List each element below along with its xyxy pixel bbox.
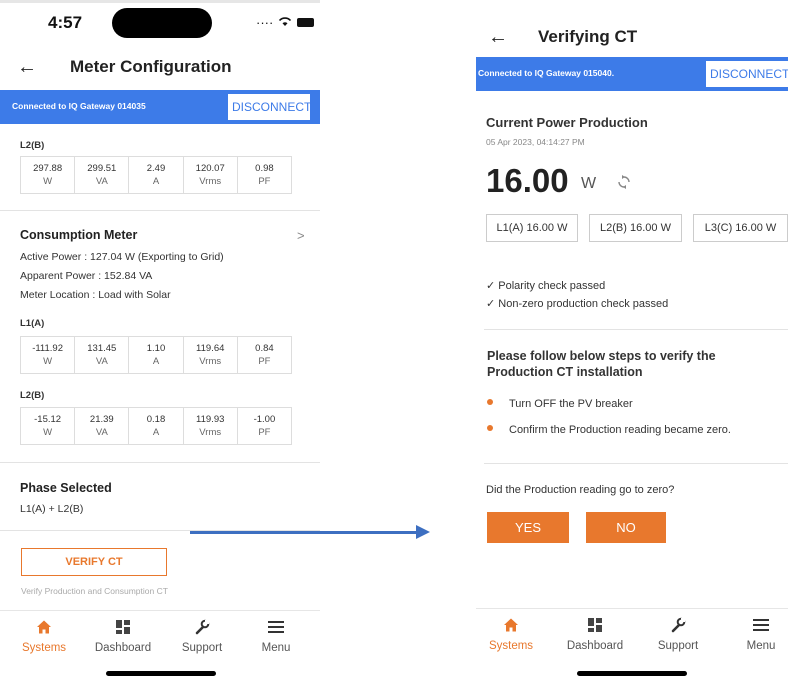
reading-cell: 2.49 A xyxy=(129,157,184,193)
reading-cell: 0.18 A xyxy=(129,408,184,444)
home-icon xyxy=(9,619,79,639)
reading-cell: -15.12 W xyxy=(21,408,76,444)
wrench-icon xyxy=(167,619,237,639)
tab-systems[interactable]: Systems xyxy=(476,617,546,652)
app-bar: ← Meter Configuration xyxy=(0,52,320,88)
home-icon xyxy=(476,617,546,637)
production-value: 16.00 xyxy=(486,162,569,199)
apparent-power-text: Apparent Power : 152.84 VA xyxy=(20,270,153,282)
dashboard-icon xyxy=(560,617,630,637)
menu-icon xyxy=(241,619,311,639)
signal-icon: ···· xyxy=(256,15,274,30)
wrench-icon xyxy=(643,617,713,637)
dynamic-island xyxy=(112,8,212,38)
reading-cell: 120.07 Vrms xyxy=(184,157,238,193)
tab-bar: Systems Dashboard Support Menu xyxy=(0,610,320,670)
active-power-text: Active Power : 127.04 W (Exporting to Gr… xyxy=(20,251,224,263)
chevron-right-icon[interactable]: > xyxy=(297,228,305,243)
connection-banner: Connected to IQ Gateway 015040. DISCONNE… xyxy=(476,57,788,91)
divider xyxy=(0,462,320,463)
reading-cell: 0.98 PF xyxy=(255,163,274,187)
check-item: ✓ Non-zero production check passed xyxy=(486,298,669,310)
consumption-meter-title[interactable]: Consumption Meter xyxy=(20,228,137,242)
l1-reading-label: L1(A) xyxy=(20,318,45,329)
reading-cell: 119.64 Vrms xyxy=(184,337,238,373)
bullet-dot-icon xyxy=(487,425,493,431)
phase-selected-title: Phase Selected xyxy=(20,481,112,495)
reading-cell: 131.45 VA xyxy=(75,337,130,373)
reading-cell: -111.92 W xyxy=(21,337,76,373)
no-button[interactable]: NO xyxy=(586,512,666,543)
status-time: 4:57 xyxy=(48,13,83,32)
status-bar: 4:57 ···· xyxy=(0,0,320,44)
back-arrow-icon[interactable]: ← xyxy=(17,56,37,79)
wifi-icon xyxy=(278,15,292,30)
reading-cell: 299.51 VA xyxy=(75,157,130,193)
tab-support[interactable]: Support xyxy=(167,619,237,654)
top-reading-table: 297.88 W 299.51 VA 2.49 A 120.07 Vrms 0.98 PF xyxy=(20,156,292,194)
verifying-ct-screen: ← Verifying CT Connected to IQ Gateway 0… xyxy=(476,0,788,676)
tab-systems[interactable]: Systems xyxy=(9,619,79,654)
disconnect-button[interactable]: DISCONNECT xyxy=(228,94,311,120)
reading-cell: 0.84 PF xyxy=(255,343,274,367)
tab-menu[interactable]: Menu xyxy=(726,617,788,652)
page-title: Verifying CT xyxy=(538,27,638,46)
home-indicator xyxy=(106,671,216,676)
reading-cell: 297.88 W xyxy=(21,157,76,193)
tab-bar: Systems Dashboard Support Menu xyxy=(476,608,788,668)
verify-hint: Verify Production and Consumption CT xyxy=(21,586,168,596)
bullet-dot-icon xyxy=(487,399,493,405)
flow-arrow-head xyxy=(416,525,430,539)
home-indicator xyxy=(577,671,687,676)
divider xyxy=(0,210,320,211)
step-item: Confirm the Production reading became ze… xyxy=(487,424,731,436)
reading-cell: -1.00 PF xyxy=(253,414,276,438)
connection-banner: Connected to IQ Gateway 014035 DISCONNEC… xyxy=(0,90,320,124)
tab-support[interactable]: Support xyxy=(643,617,713,652)
l2-reading-label: L2(B) xyxy=(20,390,45,401)
phase-l1-box: L1(A) 16.00 W xyxy=(486,214,578,242)
dashboard-icon xyxy=(88,619,158,639)
reading-cell: 1.10 A xyxy=(129,337,184,373)
menu-icon xyxy=(726,617,788,637)
page-title: Meter Configuration xyxy=(70,57,232,76)
zero-reading-question: Did the Production reading go to zero? xyxy=(486,484,675,496)
divider xyxy=(484,463,788,464)
steps-title: Please follow below steps to verify the … xyxy=(487,349,716,379)
checkmark-icon: ✓ xyxy=(486,280,499,292)
production-timestamp: 05 Apr 2023, 04:14:27 PM xyxy=(486,137,585,147)
check-item: ✓ Polarity check passed xyxy=(486,280,606,292)
top-reading-label: L2(B) xyxy=(20,140,45,151)
production-title: Current Power Production xyxy=(486,115,648,130)
disconnect-button[interactable]: DISCONNECT xyxy=(706,61,788,87)
checkmark-icon: ✓ xyxy=(486,298,499,310)
flow-arrow-line xyxy=(190,531,418,534)
verify-ct-button[interactable]: VERIFY CT xyxy=(21,548,167,576)
reading-cell: 119.93 Vrms xyxy=(184,408,238,444)
step-item: Turn OFF the PV breaker xyxy=(487,398,633,410)
app-bar: ← Verifying CT xyxy=(476,22,788,58)
l1-reading-table: -111.92 W 131.45 VA 1.10 A 119.64 Vrms 0.84 P… xyxy=(20,336,292,374)
phase-l3-box: L3(C) 16.00 W xyxy=(693,214,788,242)
phase-selected-value: L1(A) + L2(B) xyxy=(20,503,84,515)
status-icons: ···· xyxy=(256,15,315,30)
tab-dashboard[interactable]: Dashboard xyxy=(560,617,630,652)
connection-status: Connected to IQ Gateway 014035 xyxy=(12,101,146,111)
back-arrow-icon[interactable]: ← xyxy=(488,26,508,49)
reading-cell: 21.39 VA xyxy=(75,408,130,444)
divider xyxy=(484,329,788,330)
tab-dashboard[interactable]: Dashboard xyxy=(88,619,158,654)
phase-l2-box: L2(B) 16.00 W xyxy=(589,214,682,242)
l2-reading-table: -15.12 W 21.39 VA 0.18 A 119.93 Vrms -1.00 PF xyxy=(20,407,292,445)
battery-icon xyxy=(297,18,315,27)
tab-menu[interactable]: Menu xyxy=(241,619,311,654)
yes-button[interactable]: YES xyxy=(487,512,569,543)
connection-status: Connected to IQ Gateway 015040. xyxy=(478,68,615,78)
meter-location-text: Meter Location : Load with Solar xyxy=(20,289,171,301)
meter-configuration-screen: 4:57 ···· ← Meter Configuration Connecte… xyxy=(0,0,320,676)
production-unit: W xyxy=(581,175,597,192)
refresh-icon[interactable] xyxy=(617,174,631,195)
